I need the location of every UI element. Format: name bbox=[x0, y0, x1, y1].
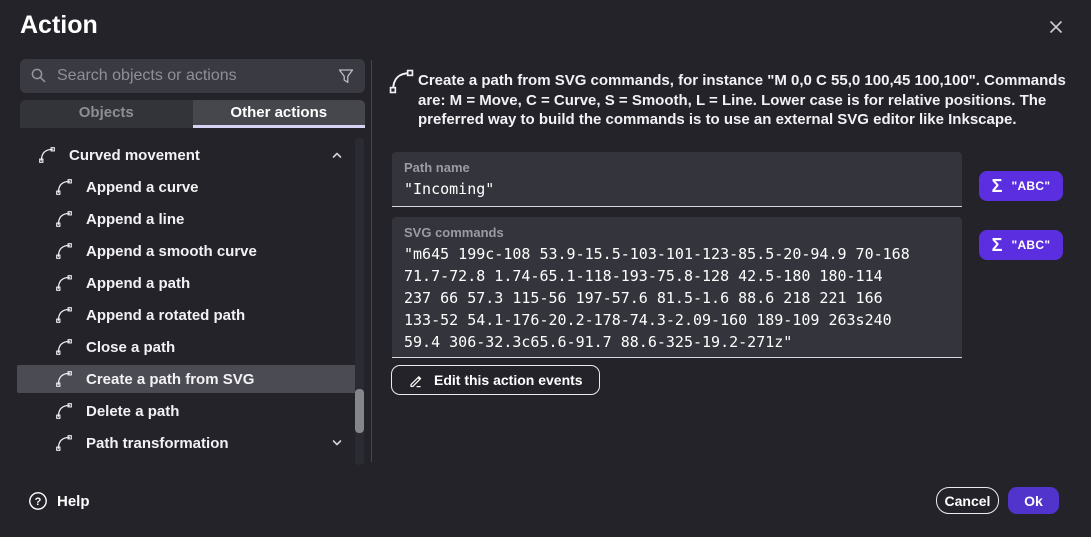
path-name-field[interactable]: Path name "Incoming" bbox=[392, 152, 962, 207]
svg-text:?: ? bbox=[35, 496, 42, 508]
action-list-item[interactable]: Append a curve bbox=[17, 173, 357, 201]
filter-icon[interactable] bbox=[337, 67, 355, 85]
formula-toggle-path-name-button[interactable]: Σ "ABC" bbox=[979, 171, 1063, 201]
action-list-item[interactable]: Append a smooth curve bbox=[17, 237, 357, 265]
search-box bbox=[20, 59, 365, 93]
formula-abc-label: "ABC" bbox=[1011, 179, 1050, 193]
action-description: Create a path from SVG commands, for ins… bbox=[418, 71, 1076, 130]
action-list: Curved movement Append a curve Append a … bbox=[17, 141, 357, 461]
dialog-title: Action bbox=[20, 11, 98, 40]
action-list-item[interactable]: Path transformation bbox=[17, 429, 357, 457]
action-list-item-label: Close a path bbox=[86, 339, 175, 356]
action-list-item-label: Append a path bbox=[86, 275, 190, 292]
svg-commands-field[interactable]: SVG commands "m645 199c-108 53.9-15.5-10… bbox=[392, 217, 962, 358]
action-list-item-label: Create a path from SVG bbox=[86, 371, 254, 388]
action-list-item[interactable]: Curved movement bbox=[17, 141, 357, 169]
search-icon bbox=[30, 67, 48, 85]
edit-action-events-label: Edit this action events bbox=[434, 372, 583, 388]
curve-path-icon bbox=[55, 274, 73, 292]
pencil-icon bbox=[408, 372, 424, 388]
panel-divider bbox=[371, 60, 372, 462]
action-list-item[interactable]: Append a line bbox=[17, 205, 357, 233]
action-list-item-label: Delete a path bbox=[86, 403, 179, 420]
sigma-icon: Σ bbox=[992, 235, 1003, 256]
tab-bar: Objects Other actions bbox=[20, 100, 365, 128]
curve-path-icon bbox=[55, 178, 73, 196]
svg-commands-value[interactable]: "m645 199c-108 53.9-15.5-103-101-123-85.… bbox=[404, 243, 950, 353]
curve-path-icon bbox=[55, 402, 73, 420]
svg-commands-label: SVG commands bbox=[404, 225, 950, 240]
action-list-item-label: Append a rotated path bbox=[86, 307, 245, 324]
curve-path-icon bbox=[55, 210, 73, 228]
help-icon[interactable]: ? bbox=[28, 491, 48, 511]
curve-path-icon bbox=[55, 306, 73, 324]
chevron-up-icon bbox=[330, 148, 344, 162]
path-name-value[interactable]: "Incoming" bbox=[404, 178, 950, 200]
action-list-item-label: Append a curve bbox=[86, 179, 199, 196]
formula-abc-label: "ABC" bbox=[1011, 238, 1050, 252]
sigma-icon: Σ bbox=[992, 176, 1003, 197]
curve-path-icon bbox=[55, 434, 73, 452]
tab-objects[interactable]: Objects bbox=[20, 100, 193, 128]
action-list-item[interactable]: Delete a path bbox=[17, 397, 357, 425]
curve-path-icon bbox=[388, 68, 415, 95]
action-list-item-label: Append a smooth curve bbox=[86, 243, 257, 260]
action-list-item-label: Append a line bbox=[86, 211, 184, 228]
chevron-down-icon bbox=[330, 436, 344, 450]
action-list-item[interactable]: Append a path bbox=[17, 269, 357, 297]
edit-action-events-button[interactable]: Edit this action events bbox=[391, 365, 600, 395]
ok-button[interactable]: Ok bbox=[1008, 487, 1059, 514]
cancel-button[interactable]: Cancel bbox=[936, 487, 999, 514]
curve-path-icon bbox=[55, 338, 73, 356]
close-button[interactable] bbox=[1041, 12, 1071, 42]
scrollbar-track[interactable] bbox=[355, 138, 364, 465]
action-list-item-label: Path transformation bbox=[86, 435, 229, 452]
action-dialog: Action Objects Other actions Curved move… bbox=[0, 0, 1091, 537]
path-name-label: Path name bbox=[404, 160, 950, 175]
curve-path-icon bbox=[55, 242, 73, 260]
search-input[interactable] bbox=[57, 67, 328, 85]
tab-other-actions[interactable]: Other actions bbox=[193, 100, 366, 128]
curve-path-icon bbox=[55, 370, 73, 388]
action-list-item[interactable]: Append a rotated path bbox=[17, 301, 357, 329]
action-list-item[interactable]: Close a path bbox=[17, 333, 357, 361]
formula-toggle-svg-commands-button[interactable]: Σ "ABC" bbox=[979, 230, 1063, 260]
help-label[interactable]: Help bbox=[57, 493, 90, 510]
scrollbar-thumb[interactable] bbox=[355, 389, 364, 433]
action-list-item[interactable]: Create a path from SVG bbox=[17, 365, 357, 393]
close-icon bbox=[1047, 18, 1065, 36]
action-list-item-label: Curved movement bbox=[69, 147, 200, 164]
curve-path-icon bbox=[38, 146, 56, 164]
